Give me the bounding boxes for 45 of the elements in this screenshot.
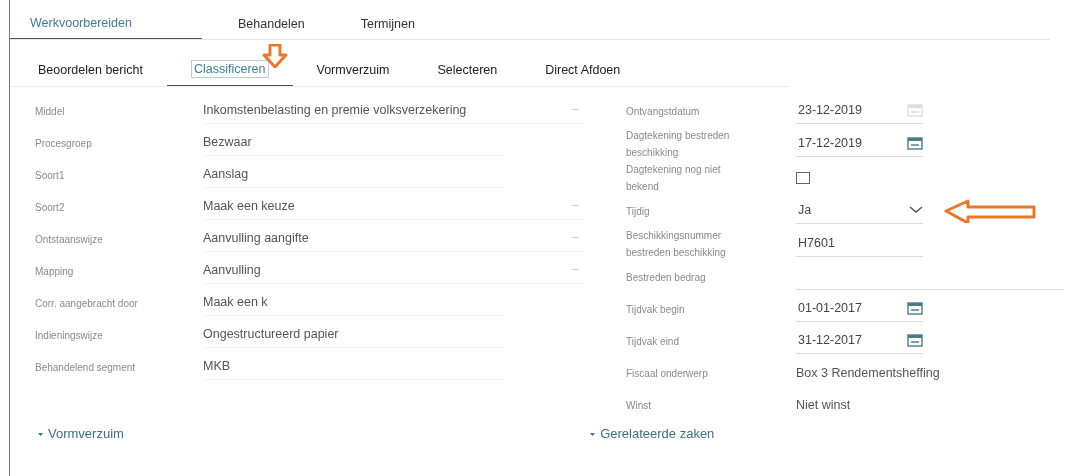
field-label: Bestreden bedrag	[626, 270, 707, 285]
input-field[interactable]: Ongestructureerd papier	[203, 322, 503, 348]
input-field[interactable]: H7601	[796, 231, 923, 257]
section-toggle[interactable]: Gerelateerde zaken	[554, 425, 1090, 442]
sub-tab[interactable]: Vormverzuim	[292, 56, 414, 86]
main-tab[interactable]: Termijnen	[340, 12, 435, 39]
date-field[interactable]: 31-12-2017	[796, 328, 923, 354]
field-value: Box 3 Rendementsheffing	[796, 365, 940, 382]
section-toggle[interactable]: Vormverzuim	[10, 425, 555, 442]
field-label: Corr. aangebracht door	[34, 297, 139, 309]
field-label: Mapping	[34, 265, 75, 277]
field-label: Procesgroep	[34, 137, 93, 149]
select-field[interactable]: Inkomstenbelasting en premie volksverzekering	[203, 98, 583, 124]
date-field[interactable]: 01-01-2017	[796, 296, 923, 322]
sub-tab[interactable]: Beoordelen bericht	[10, 56, 167, 86]
field-label: Beschikkingsnummer bestreden beschikking	[626, 229, 727, 260]
sub-tab[interactable]: Classificeren	[166, 56, 293, 86]
field-label: Dagtekening nog niet bekend	[626, 163, 722, 194]
field-label: Behandelend segment	[34, 361, 137, 373]
field-label: Ontstaanswijze	[34, 233, 104, 245]
select-field[interactable]: Ja	[796, 198, 923, 224]
field-label: Indieningswijze	[34, 329, 104, 341]
main-tab[interactable]: Behandelen	[218, 12, 325, 39]
select-field[interactable]: Aanvulling	[203, 258, 583, 284]
field-label: Tijdvak begin	[626, 302, 686, 317]
input-field[interactable]: MKB	[203, 354, 503, 380]
sub-tab[interactable]: Selecteren	[413, 56, 522, 86]
date-field[interactable]: 17-12-2019	[796, 131, 923, 157]
select-field[interactable]: Aanvulling aangifte	[203, 226, 583, 252]
field-label: Soort2	[34, 201, 66, 213]
input-field[interactable]: Aanslag	[203, 162, 503, 188]
field-label: Middel	[34, 105, 66, 117]
input-field[interactable]: Bezwaar	[203, 130, 503, 156]
select-field[interactable]: Maak een keuze	[203, 194, 583, 220]
field-label: Winst	[626, 398, 652, 413]
field-label: Tijdvak eind	[626, 334, 680, 349]
field-label: Dagtekening bestreden beschikking	[626, 129, 731, 160]
input-field[interactable]: Maak een k	[203, 290, 503, 316]
field-label: Soort1	[34, 169, 66, 181]
main-tab[interactable]: Werkvoorbereiden	[10, 12, 202, 39]
field-label: Fiscaal onderwerp	[626, 366, 709, 381]
field-label: Tijdig	[626, 204, 651, 219]
sub-tab[interactable]: Direct Afdoen	[521, 56, 645, 86]
field-label: Ontvangstdatum	[626, 104, 701, 119]
field-value: Niet winst	[796, 397, 851, 414]
